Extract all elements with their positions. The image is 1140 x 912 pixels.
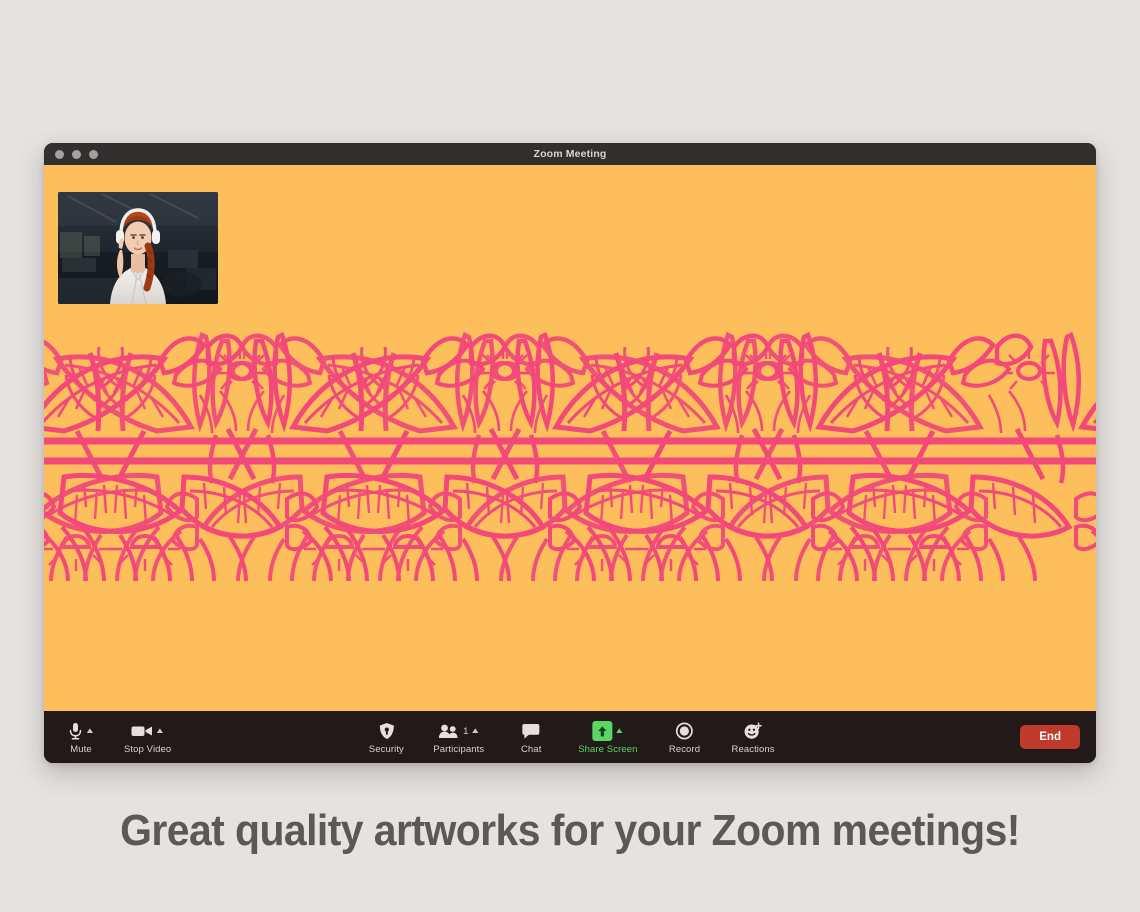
close-window-button[interactable] [55, 149, 64, 159]
stop-video-button[interactable]: ▲ Stop Video [124, 719, 171, 755]
chat-button[interactable]: Chat [510, 719, 552, 755]
self-view-thumbnail[interactable] [58, 192, 218, 304]
mute-label: Mute [70, 744, 92, 755]
reactions-label: Reactions [731, 744, 775, 755]
microphone-icon [69, 723, 82, 740]
video-options-caret[interactable]: ▲ [155, 727, 165, 735]
end-meeting-button[interactable]: End [1020, 725, 1080, 749]
video-camera-icon [131, 726, 153, 736]
chat-label: Chat [520, 744, 542, 755]
people-icon [438, 724, 458, 738]
mute-options-caret[interactable]: ▲ [85, 727, 95, 735]
participants-count: 1 [463, 725, 469, 737]
stop-video-label: Stop Video [124, 744, 172, 755]
record-label: Record [668, 744, 701, 755]
promo-caption: Great quality artworks for your Zoom mee… [120, 806, 1020, 855]
shield-icon [379, 723, 394, 739]
mute-button[interactable]: ▲ Mute [60, 719, 102, 755]
record-button[interactable]: Record [663, 719, 705, 755]
zoom-meeting-window: Zoom Meeting ▲ Mute ▲ Stop Video Securit… [44, 143, 1096, 763]
maximize-window-button[interactable] [89, 149, 98, 159]
share-screen-label: Share Screen [578, 744, 638, 755]
toolbar-center-group: Security 1 ▲ Participants Chat ▲ Share S… [365, 719, 775, 755]
security-button[interactable]: Security [365, 719, 407, 755]
chat-bubble-icon [522, 723, 540, 739]
minimize-window-button[interactable] [72, 149, 81, 159]
toolbar-left-group: ▲ Mute ▲ Stop Video [60, 719, 171, 755]
participants-options-caret[interactable]: ▲ [470, 727, 480, 735]
meeting-toolbar: ▲ Mute ▲ Stop Video Security 1 ▲ Partici… [44, 711, 1096, 763]
reactions-button[interactable]: Reactions [731, 719, 775, 755]
traffic-light-controls [55, 143, 98, 165]
share-arrow-icon [592, 721, 613, 741]
record-circle-icon [676, 722, 693, 740]
participants-label: Participants [433, 744, 485, 755]
meeting-stage [44, 165, 1096, 711]
participants-button[interactable]: 1 ▲ Participants [433, 719, 484, 755]
share-screen-button[interactable]: ▲ Share Screen [578, 719, 637, 755]
window-titlebar: Zoom Meeting [44, 143, 1096, 165]
window-title: Zoom Meeting [533, 148, 607, 160]
floral-artwork-band [44, 331, 1096, 581]
share-options-caret[interactable]: ▲ [614, 727, 624, 735]
smiley-plus-icon [744, 722, 763, 739]
security-label: Security [368, 744, 404, 755]
